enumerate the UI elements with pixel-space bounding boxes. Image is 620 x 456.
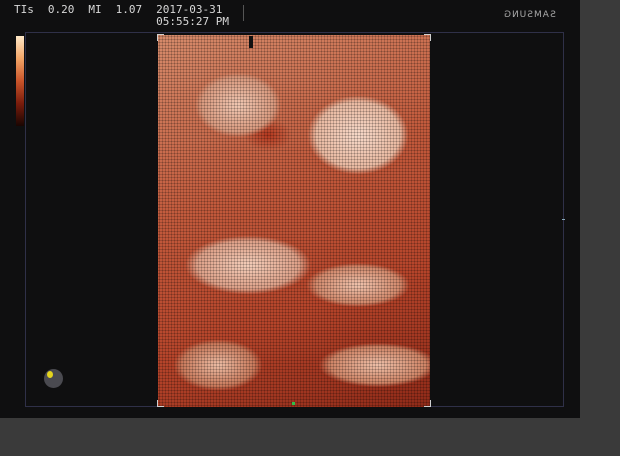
roi-corner-top-left (157, 34, 164, 41)
ultrasound-screen: TIs 0.20 MI 1.07 2017-03-31 05:55:27 PM … (0, 0, 580, 418)
render-top-marker (249, 36, 253, 48)
mi-value: 1.07 (115, 3, 143, 16)
datetime: 2017-03-31 05:55:27 PM (156, 4, 229, 28)
roi-corner-bottom-left (157, 400, 164, 407)
color-scale-bar (16, 36, 24, 126)
roi-corner-top-right (424, 34, 431, 41)
tis-value: 0.20 (47, 3, 75, 16)
focus-marker (292, 402, 295, 405)
mi-label: MI (88, 3, 102, 16)
roi-corner-bottom-right (424, 400, 431, 407)
brand-logo: SAMSUNG (503, 10, 556, 20)
header-divider (242, 5, 244, 21)
3d-render-image (158, 35, 430, 407)
depth-tick (562, 219, 565, 220)
orientation-marker-icon[interactable] (44, 369, 63, 388)
time-text: 05:55:27 PM (156, 15, 229, 28)
tis-label: TIs (14, 3, 34, 16)
header-bar: TIs 0.20 MI 1.07 2017-03-31 05:55:27 PM (14, 4, 244, 28)
